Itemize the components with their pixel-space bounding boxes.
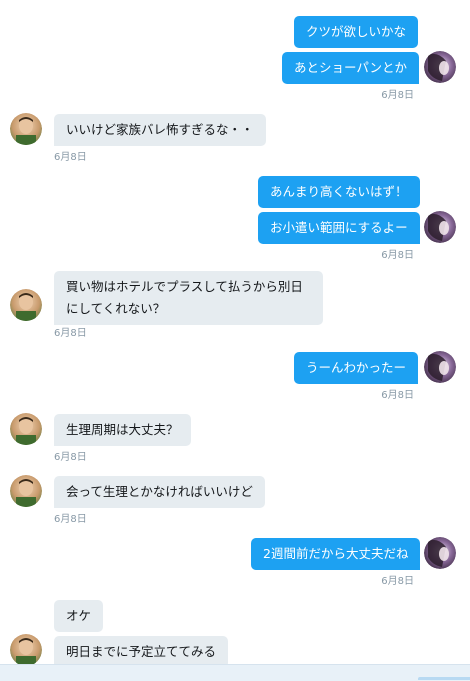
message-timestamp: 6月8日	[54, 152, 87, 163]
message-composer[interactable]	[0, 664, 470, 681]
message-timestamp: 6月8日	[54, 328, 87, 339]
contact-avatar-icon[interactable]	[10, 289, 42, 321]
message-bubble-outgoing[interactable]: あとショーパンとか	[282, 52, 420, 84]
message-bubble-outgoing[interactable]: あんまり高くないはず！	[258, 176, 420, 208]
user-avatar-icon[interactable]	[424, 351, 456, 383]
message-timestamp: 6月8日	[381, 390, 414, 401]
message-bubble-incoming[interactable]: 会って生理とかなければいいけど	[54, 476, 265, 508]
contact-avatar-icon[interactable]	[10, 413, 42, 445]
message-bubble-incoming[interactable]: 買い物はホテルでプラスして払うから別日にしてくれない？	[54, 271, 323, 325]
user-avatar-icon[interactable]	[424, 51, 456, 83]
message-timestamp: 6月8日	[54, 452, 87, 463]
user-avatar-icon[interactable]	[424, 211, 456, 243]
message-bubble-outgoing[interactable]: 2週間前だから大丈夫だね	[251, 538, 421, 570]
message-bubble-incoming[interactable]: いいけど家族バレ怖すぎるな・・	[54, 114, 266, 146]
message-bubble-outgoing[interactable]: うーんわかったー	[294, 352, 419, 384]
message-bubble-incoming[interactable]: オケ	[54, 600, 104, 632]
contact-avatar-icon[interactable]	[10, 475, 42, 507]
user-avatar-icon[interactable]	[424, 537, 456, 569]
contact-avatar-icon[interactable]	[10, 113, 42, 145]
message-timestamp: 6月8日	[381, 250, 414, 261]
message-timestamp: 6月8日	[381, 90, 414, 101]
message-timestamp: 6月8日	[381, 576, 414, 587]
message-bubble-outgoing[interactable]: クツが欲しいかな	[294, 16, 419, 48]
message-timestamp: 6月8日	[54, 514, 87, 525]
message-bubble-incoming[interactable]: 生理周期は大丈夫？	[54, 414, 191, 446]
message-bubble-outgoing[interactable]: お小遣い範囲にするよー	[258, 212, 420, 244]
contact-avatar-icon[interactable]	[10, 634, 42, 666]
